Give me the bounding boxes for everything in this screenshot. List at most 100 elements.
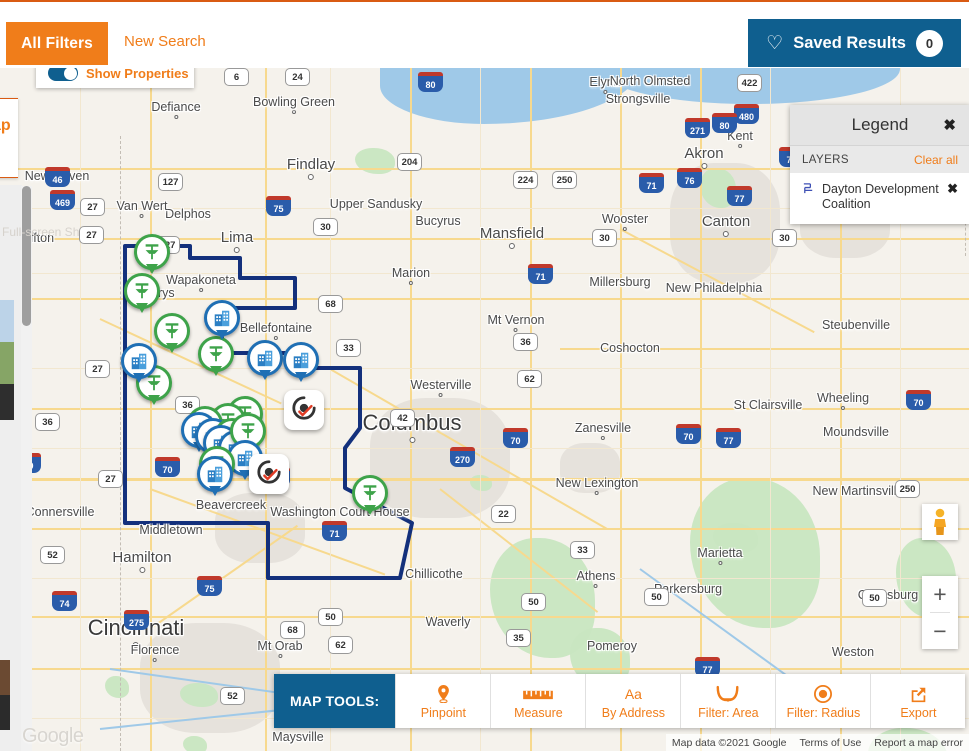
offscreen-thumbnail: [0, 300, 14, 420]
map-marker-verified[interactable]: [284, 390, 324, 430]
map-tool-label: Pinpoint: [420, 705, 466, 720]
map-tool-by-address[interactable]: Aa By Address: [585, 674, 680, 728]
map-tool-label: Filter: Radius: [786, 705, 861, 720]
water-tower-icon: [124, 273, 160, 309]
saved-results-button[interactable]: ♡ Saved Results 0: [748, 19, 961, 67]
water-tower-icon: [154, 313, 190, 349]
city-dot: [152, 658, 157, 662]
city-dot: [718, 561, 722, 565]
map-marker-building[interactable]: [204, 300, 240, 345]
us-route-shield: 24: [285, 68, 310, 86]
city-label: Chillicothe: [405, 567, 463, 581]
forest-area: [105, 676, 129, 698]
google-logo: Google: [22, 725, 84, 747]
city-label: Wapakoneta: [166, 273, 236, 292]
city-dot: [292, 110, 296, 114]
legend-clear-all-button[interactable]: Clear all: [914, 153, 958, 167]
map-marker-building[interactable]: [283, 342, 319, 387]
legend-layer-remove-icon[interactable]: ✖: [947, 181, 958, 197]
app-root: ColumbusCincinnatiAkronCantonYoungstownB…: [0, 0, 969, 751]
city-label: Mt Orab: [257, 639, 303, 658]
city-label: Mt Vernon: [488, 313, 544, 332]
city-label: Van Wert: [117, 199, 167, 218]
city-dot: [139, 567, 145, 573]
map-marker-building[interactable]: [121, 343, 157, 388]
forest-area: [183, 736, 207, 751]
city-dot: [198, 288, 203, 292]
close-icon[interactable]: ✖: [943, 116, 956, 134]
legend-header: Legend ✖: [790, 105, 969, 145]
city-label: Marion: [392, 266, 430, 285]
city-dot: [307, 174, 314, 180]
map-tool-label: Export: [900, 705, 937, 720]
us-route-shield: 35: [506, 629, 531, 647]
city-dot: [233, 247, 240, 253]
city-dot: [841, 406, 845, 410]
city-label: Delphos: [165, 207, 211, 221]
verified-swirl-icon: [291, 395, 317, 426]
city-label: Connersville: [25, 505, 95, 519]
map-tool-filter-area[interactable]: Filter: Area: [680, 674, 775, 728]
new-search-button[interactable]: New Search: [124, 33, 206, 50]
map-tool-export[interactable]: Export: [870, 674, 965, 728]
interstate-shield: 71: [639, 173, 664, 193]
radius-circle-icon: [814, 685, 833, 704]
map-tool-label: Measure: [514, 705, 563, 720]
legend-layer-item[interactable]: Dayton Development Coalition ✖: [790, 173, 969, 224]
highway: [0, 478, 969, 481]
map-tool-measure[interactable]: Measure: [490, 674, 585, 728]
city-label: Moundsville: [822, 425, 890, 439]
street-view-pegman-icon[interactable]: [922, 504, 958, 540]
terms-of-use-link[interactable]: Terms of Use: [799, 737, 861, 749]
us-route-shield: 30: [313, 218, 338, 236]
all-filters-button[interactable]: All Filters: [6, 22, 108, 65]
us-route-shield: 30: [592, 229, 617, 247]
map-marker-property[interactable]: [352, 475, 388, 520]
map-tools-label: MAP TOOLS:: [274, 674, 396, 728]
report-map-error-link[interactable]: Report a map error: [874, 737, 963, 749]
legend-layers-row: LAYERS Clear all: [790, 145, 969, 173]
us-route-shield: 36: [35, 413, 60, 431]
city-label: Defiance: [151, 100, 201, 119]
zoom-in-button[interactable]: +: [922, 576, 958, 612]
city-dot: [601, 436, 605, 440]
us-route-shield: 50: [862, 589, 887, 607]
map-marker-property[interactable]: [124, 273, 160, 318]
map-marker-building[interactable]: [197, 456, 233, 501]
zoom-out-button[interactable]: −: [922, 613, 958, 649]
city-label: Maysville: [272, 730, 324, 744]
city-label: Bucyrus: [415, 214, 461, 228]
left-sidebar-scrollbar[interactable]: [21, 186, 32, 751]
text-aa-icon: Aa: [624, 686, 642, 702]
map-marker-property[interactable]: [154, 313, 190, 358]
map-marker-building[interactable]: [247, 340, 283, 385]
city-label: Millersburg: [589, 275, 651, 289]
offscreen-ghost-label: Full-screen Sh: [2, 225, 80, 239]
city-label: New Lexington: [556, 476, 638, 495]
saved-results-label: Saved Results: [793, 33, 906, 52]
interstate-shield: 74: [52, 591, 77, 611]
map-marker-verified[interactable]: [249, 454, 289, 494]
building-icon: [204, 300, 240, 336]
city-label: Marietta: [697, 546, 743, 565]
us-route-shield: 27: [79, 226, 104, 244]
interstate-shield: 70: [503, 428, 528, 448]
water-tower-icon: [134, 234, 170, 270]
map-tool-filter-radius[interactable]: Filter: Radius: [775, 674, 870, 728]
interstate-shield: 77: [716, 428, 741, 448]
us-route-shield: 62: [517, 370, 542, 388]
map-tool-pinpoint[interactable]: Pinpoint: [395, 674, 490, 728]
us-route-shield: 224: [513, 171, 538, 189]
us-route-shield: 52: [40, 546, 65, 564]
city-label: Strongsville: [605, 92, 671, 106]
city-dot: [409, 281, 413, 285]
lasso-arrow-icon: [715, 685, 741, 704]
zoom-controls: + −: [922, 576, 958, 649]
scrollbar-thumb[interactable]: [22, 186, 31, 326]
city-label: New Martinsville: [812, 484, 904, 498]
us-route-shield: 50: [521, 593, 546, 611]
city-label: Washington Court House: [270, 505, 410, 519]
verified-swirl-icon: [256, 459, 282, 490]
legend-panel: Legend ✖ LAYERS Clear all Dayton Develop…: [790, 105, 969, 224]
state-boundary: [120, 136, 121, 751]
